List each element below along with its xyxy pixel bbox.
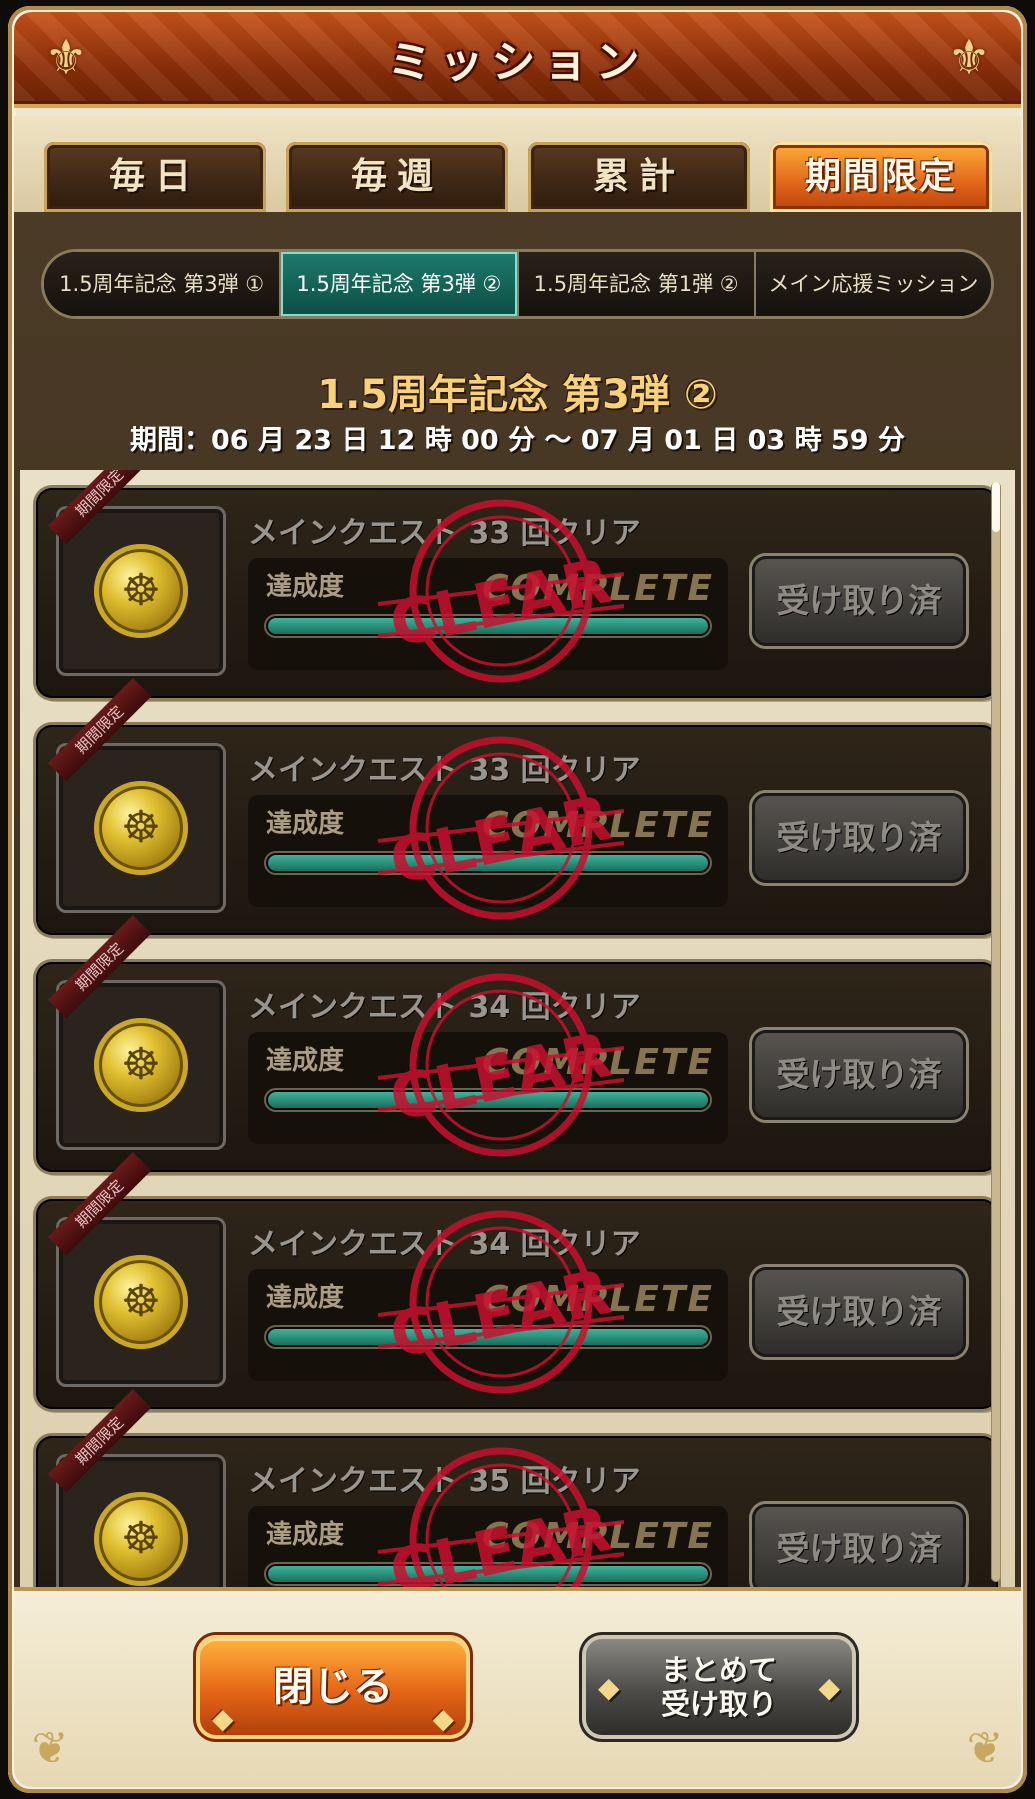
progress-label: 達成度 <box>266 1520 345 1550</box>
progress-box: 達成度 COMPLETE <box>248 558 728 670</box>
progress-bar <box>266 1327 710 1347</box>
mission-row: ☸ 期間限定 メインクエスト 33 回クリア 達成度 COMPLETE 受け取り済 CLEA… <box>36 678 998 935</box>
complete-text: COMPLETE <box>482 1516 714 1557</box>
progress-box: 達成度 COMPLETE <box>248 1506 728 1592</box>
category-tabs: 毎日 毎週 累計 期間限定 <box>14 116 1021 216</box>
mission-row: ☸ 期間限定 メインクエスト 34 回クリア 達成度 COMPLETE 受け取り済 CLEA… <box>36 915 998 1172</box>
close-button[interactable]: ◆ 閉じる ◆ <box>200 1639 466 1735</box>
claim-all-label-line2: 受け取り <box>660 1687 777 1721</box>
complete-text: COMPLETE <box>482 1279 714 1320</box>
complete-text: COMPLETE <box>482 805 714 846</box>
complete-text: COMPLETE <box>482 1042 714 1083</box>
progress-label: 達成度 <box>266 572 345 602</box>
mission-name: メインクエスト 33 回クリア <box>248 753 641 788</box>
claim-all-label-line1: まとめて <box>660 1653 777 1687</box>
claim-all-button[interactable]: ◆ まとめて 受け取り ◆ <box>586 1639 852 1735</box>
mission-panel: 1.5周年記念 第3弾 ① 1.5周年記念 第3弾 ② 1.5周年記念 第1弾 … <box>14 212 1021 1592</box>
progress-bar-fill <box>268 1566 708 1582</box>
reward-icon-box[interactable]: ☸ 期間限定 <box>48 470 226 676</box>
progress-bar <box>266 1090 710 1110</box>
claimed-button[interactable]: 受け取り済 <box>752 556 966 646</box>
fleur-de-lis-icon: ⚜ <box>947 30 991 86</box>
event-period: 期間：06 月 23 日 12 時 00 分 ～ 07 月 01 日 03 時 … <box>130 425 905 456</box>
arrow-icon: ◆ <box>432 1702 454 1735</box>
event-subtabs: 1.5周年記念 第3弾 ① 1.5周年記念 第3弾 ② 1.5周年記念 第1弾 … <box>44 252 991 316</box>
arrow-icon: ◆ <box>212 1702 234 1735</box>
gold-coin-icon: ☸ <box>94 781 188 875</box>
claimed-button[interactable]: 受け取り済 <box>752 793 966 883</box>
scrollbar[interactable] <box>991 482 1001 1582</box>
progress-label: 達成度 <box>266 1046 345 1076</box>
progress-bar-fill <box>268 1329 708 1345</box>
corner-ornament-icon: ❦ <box>31 1723 69 1774</box>
tab-cumulative[interactable]: 累計 <box>528 142 750 212</box>
window-title: ミッション <box>387 37 648 88</box>
scroll-thumb[interactable] <box>992 482 1000 532</box>
gold-coin-icon: ☸ <box>94 1492 188 1586</box>
reward-icon-box[interactable]: ☸ 期間限定 <box>48 915 226 1150</box>
subtab-anniv-3-2[interactable]: 1.5周年記念 第3弾 ② <box>281 252 519 316</box>
reward-icon-box[interactable]: ☸ 期間限定 <box>48 1152 226 1387</box>
mission-name: メインクエスト 34 回クリア <box>248 990 641 1025</box>
arrow-icon: ◆ <box>598 1671 620 1704</box>
reward-icon-box[interactable]: ☸ 期間限定 <box>48 1389 226 1592</box>
limited-ribbon: 期間限定 <box>48 470 152 545</box>
mission-window: ⚜ ミッション ⚜ 毎日 毎週 累計 期間限定 1.5周年記念 第3弾 ① 1.… <box>8 6 1027 1793</box>
corner-ornament-icon: ❦ <box>966 1723 1004 1774</box>
arrow-icon: ◆ <box>818 1671 840 1704</box>
event-title: 1.5周年記念 第3弾 ② <box>317 372 718 418</box>
progress-box: 達成度 COMPLETE <box>248 1032 728 1144</box>
claimed-button[interactable]: 受け取り済 <box>752 1504 966 1592</box>
complete-text: COMPLETE <box>482 568 714 609</box>
progress-bar-fill <box>268 1092 708 1108</box>
tab-weekly[interactable]: 毎週 <box>286 142 508 212</box>
subtab-anniv-1-2[interactable]: 1.5周年記念 第1弾 ② <box>518 252 756 316</box>
mission-list[interactable]: ☸ 期間限定 メインクエスト 33 回クリア 達成度 COMPLETE 受け取り済 CLEA… <box>20 470 1015 1592</box>
progress-bar <box>266 853 710 873</box>
subtab-main-support[interactable]: メイン応援ミッション <box>755 252 991 316</box>
mission-name: メインクエスト 35 回クリア <box>248 1464 641 1499</box>
gold-coin-icon: ☸ <box>94 1255 188 1349</box>
progress-bar-fill <box>268 618 708 634</box>
mission-row: ☸ 期間限定 メインクエスト 34 回クリア 達成度 COMPLETE 受け取り済 CLEA… <box>36 1152 998 1409</box>
subtab-anniv-3-1[interactable]: 1.5周年記念 第3弾 ① <box>44 252 282 316</box>
close-button-label: 閉じる <box>273 1664 393 1710</box>
progress-bar <box>266 1564 710 1584</box>
mission-name: メインクエスト 33 回クリア <box>248 516 641 551</box>
mission-row: ☸ 期間限定 メインクエスト 35 回クリア 達成度 COMPLETE 受け取り済 CLEA… <box>36 1389 998 1592</box>
mission-row: ☸ 期間限定 メインクエスト 33 回クリア 達成度 COMPLETE 受け取り済 CLEA… <box>36 470 998 698</box>
gold-coin-icon: ☸ <box>94 1018 188 1112</box>
tab-limited-time[interactable]: 期間限定 <box>770 142 992 212</box>
claimed-button[interactable]: 受け取り済 <box>752 1030 966 1120</box>
reward-icon-box[interactable]: ☸ 期間限定 <box>48 678 226 913</box>
progress-label: 達成度 <box>266 809 345 839</box>
progress-bar-fill <box>268 855 708 871</box>
progress-label: 達成度 <box>266 1283 345 1313</box>
progress-box: 達成度 COMPLETE <box>248 795 728 907</box>
progress-bar <box>266 616 710 636</box>
claimed-button[interactable]: 受け取り済 <box>752 1267 966 1357</box>
title-bar: ⚜ ミッション ⚜ <box>14 12 1021 108</box>
mission-name: メインクエスト 34 回クリア <box>248 1227 641 1262</box>
progress-box: 達成度 COMPLETE <box>248 1269 728 1381</box>
gold-coin-icon: ☸ <box>94 544 188 638</box>
footer: ❦ ◆ 閉じる ◆ ◆ まとめて 受け取り ◆ ❦ <box>14 1587 1021 1787</box>
tab-daily[interactable]: 毎日 <box>44 142 266 212</box>
